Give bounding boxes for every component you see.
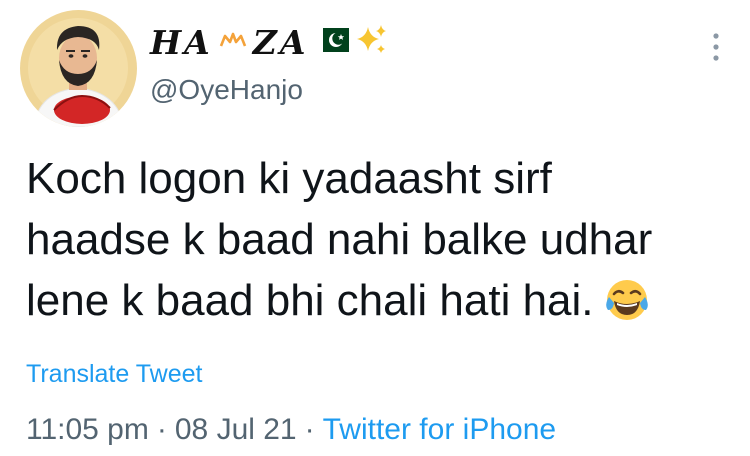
pakistan-flag-icon bbox=[314, 27, 349, 57]
user-handle[interactable]: @OyeHanjo bbox=[150, 74, 303, 106]
tweet-text: Koch logon ki yadaasht sirf haadse k baa… bbox=[26, 148, 726, 339]
display-name-row[interactable]: HA ZA bbox=[150, 20, 389, 64]
display-name-start[interactable]: HA bbox=[150, 23, 213, 62]
tweet-meta: 11:05 pm · 08 Jul 21 · Twitter for iPhone bbox=[26, 413, 556, 447]
display-name-end[interactable]: ZA bbox=[253, 23, 309, 62]
translate-tweet-link[interactable]: Translate Tweet bbox=[26, 360, 202, 389]
tweet-text-line: haadse k baad nahi balke udhar bbox=[26, 215, 653, 264]
tweet-date[interactable]: 08 Jul 21 bbox=[175, 413, 297, 446]
profile-avatar[interactable] bbox=[20, 10, 137, 127]
tweet-text-line: Koch logon ki yadaasht sirf bbox=[26, 154, 552, 203]
crown-icon bbox=[219, 30, 247, 55]
meta-separator: · bbox=[156, 413, 167, 446]
tweet: HA ZA @OyeHanjo Koch logon ki yadaasht s… bbox=[0, 0, 750, 456]
more-options-icon[interactable] bbox=[710, 32, 722, 62]
tweet-time[interactable]: 11:05 pm bbox=[26, 413, 149, 446]
tweet-text-line: lene k baad bhi chali hati hai. bbox=[26, 276, 594, 325]
tweet-source-link[interactable]: Twitter for iPhone bbox=[323, 413, 556, 446]
avatar-illustration bbox=[20, 10, 137, 127]
meta-separator: · bbox=[304, 413, 315, 446]
sparkles-icon bbox=[355, 23, 389, 62]
face-with-tears-of-joy-icon bbox=[604, 277, 650, 339]
tweet-text-line-last: lene k baad bhi chali hati hai. bbox=[26, 270, 726, 339]
